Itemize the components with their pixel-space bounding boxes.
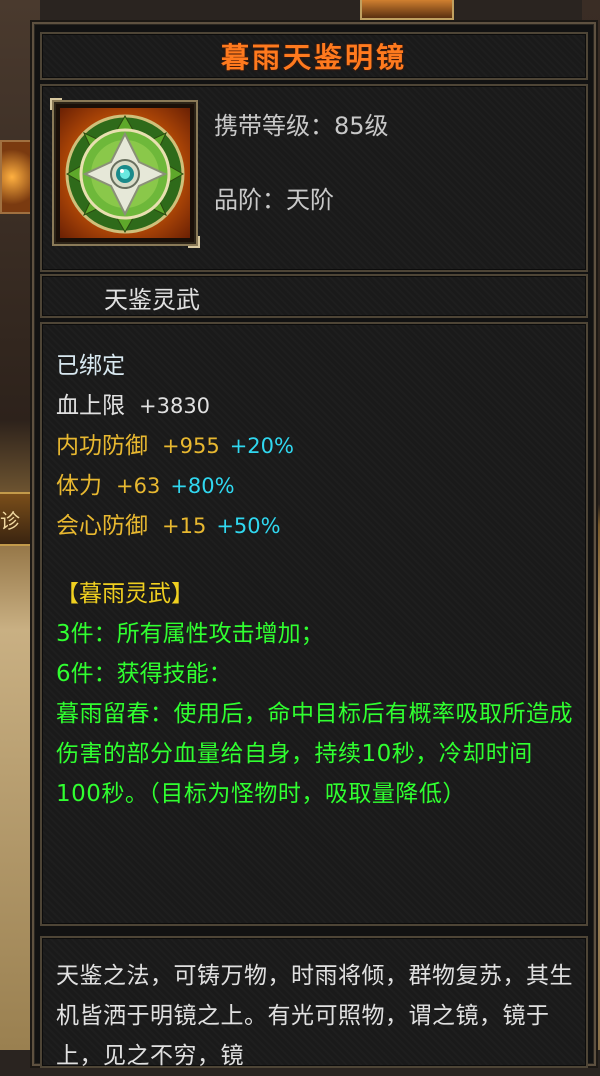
item-tooltip: 暮雨天鉴明镜 携带等级：85级 品阶：天阶 天鉴灵武 已绑定 血上限 +3830…: [32, 22, 596, 1069]
item-header-panel: 携带等级：85级 品阶：天阶: [40, 84, 588, 272]
stat-row: 会心防御 +15 +50%: [56, 506, 294, 546]
stat-label: 血上限: [56, 393, 125, 419]
attributes-panel: 已绑定 血上限 +3830 内功防御 +955 +20% 体力 +63 +80% 会心防御…: [40, 322, 588, 926]
item-lore: 天鉴之法，可铸万物，时雨将倾，群物复苏，其生机皆洒于明镜之上。有光可照物，谓之镜…: [56, 963, 573, 1069]
background-top-icon: [360, 0, 454, 20]
set-piece-6: 6件：获得技能：: [56, 661, 232, 687]
item-grade: 品阶：天阶: [214, 186, 334, 214]
stat-value: +955: [162, 434, 220, 458]
stat-value: +3830: [139, 394, 211, 418]
stat-bonus: +20%: [229, 434, 294, 458]
set-bonus-block: 【暮雨灵武】 3件：所有属性攻击增加； 6件：获得技能： 暮雨留春：使用后，命中…: [56, 574, 576, 814]
shield-mirror-icon: [60, 108, 190, 238]
stat-row: 血上限 +3830: [56, 386, 294, 426]
stat-value: +15: [162, 514, 207, 538]
stat-label: 会心防御: [56, 513, 148, 539]
set-skill-description: 暮雨留春：使用后，命中目标后有概率吸取所造成伤害的部分血量给自身，持续10秒，冷…: [56, 701, 573, 807]
level-requirement: 携带等级：85级: [214, 112, 389, 140]
bound-status: 已绑定: [56, 353, 125, 379]
lore-panel: 天鉴之法，可铸万物，时雨将倾，群物复苏，其生机皆洒于明镜之上。有光可照物，谓之镜…: [40, 936, 588, 1069]
item-icon-frame[interactable]: [50, 98, 200, 248]
stat-bonus: +50%: [216, 514, 281, 538]
item-subname: 天鉴灵武: [104, 286, 200, 314]
background-menu-text: 诊: [0, 509, 20, 533]
set-title: 【暮雨灵武】: [56, 581, 194, 607]
set-piece-3: 3件：所有属性攻击增加；: [56, 621, 324, 647]
stat-bonus: +80%: [170, 474, 235, 498]
stat-row: 内功防御 +955 +20%: [56, 426, 294, 466]
stat-label: 内功防御: [56, 433, 148, 459]
stat-list: 已绑定 血上限 +3830 内功防御 +955 +20% 体力 +63 +80% 会心防御…: [56, 346, 294, 546]
stat-label: 体力: [56, 473, 102, 499]
title-panel: 暮雨天鉴明镜: [40, 32, 588, 80]
stat-row: 体力 +63 +80%: [56, 466, 294, 506]
item-title: 暮雨天鉴明镜: [220, 41, 407, 74]
subname-panel: 天鉴灵武: [40, 274, 588, 318]
skill-slot-icon: [0, 140, 32, 214]
stat-value: +63: [116, 474, 161, 498]
